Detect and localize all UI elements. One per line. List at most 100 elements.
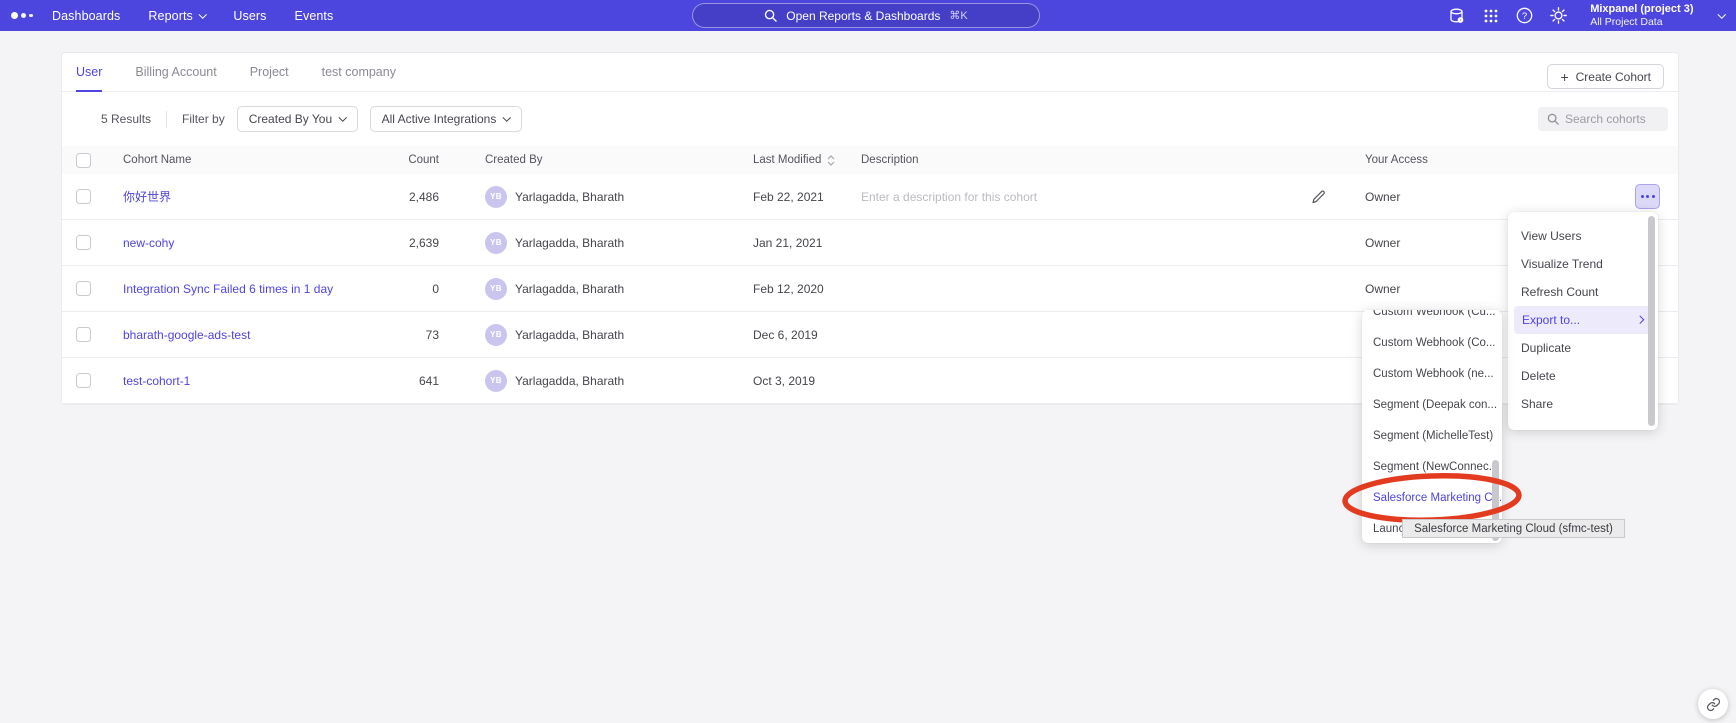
filter-by-label: Filter by: [182, 112, 225, 126]
submenu-item-custom-webhook-2[interactable]: Custom Webhook (Co...: [1362, 328, 1502, 359]
cohort-name-link[interactable]: bharath-google-ads-test: [123, 312, 250, 357]
search-icon: [764, 9, 777, 22]
avatar: YB: [485, 324, 507, 346]
top-navbar: Dashboards Reports Users Events Open Rep…: [0, 0, 1736, 31]
table-row[interactable]: 你好世界 2,486 YB Yarlagadda, Bharath Feb 22…: [62, 174, 1678, 220]
project-selector[interactable]: Mixpanel (project 3) All Project Data: [1590, 3, 1693, 28]
created-by-filter-label: Created By You: [249, 112, 332, 126]
menu-item-view-users[interactable]: View Users: [1508, 222, 1658, 250]
integrations-filter[interactable]: All Active Integrations: [370, 106, 522, 132]
col-your-access: Your Access: [1365, 146, 1428, 174]
salesforce-tooltip: Salesforce Marketing Cloud (sfmc-test): [1402, 519, 1625, 538]
created-by-value: Yarlagadda, Bharath: [515, 358, 624, 403]
col-last-modified-label: Last Modified: [753, 154, 821, 166]
cohort-count: 0: [347, 266, 439, 311]
search-cohorts-input[interactable]: Search cohorts: [1538, 107, 1668, 131]
submenu-item-segment-3[interactable]: Segment (NewConnec...: [1362, 452, 1502, 483]
access-value: Owner: [1365, 174, 1400, 219]
tab-test-company[interactable]: test company: [322, 53, 396, 91]
cohort-count: 73: [347, 312, 439, 357]
menu-item-duplicate[interactable]: Duplicate: [1508, 334, 1658, 362]
submenu-item-custom-webhook-1[interactable]: Custom Webhook (Cu...: [1362, 310, 1502, 328]
table-row[interactable]: new-cohy 2,639 YB Yarlagadda, Bharath Ja…: [62, 220, 1678, 266]
col-last-modified[interactable]: Last Modified: [753, 146, 835, 174]
apps-grid-icon[interactable]: [1482, 7, 1499, 24]
created-by-value: Yarlagadda, Bharath: [515, 220, 624, 265]
tab-project-label: Project: [250, 65, 289, 79]
cohort-name-link[interactable]: Integration Sync Failed 6 times in 1 day: [123, 266, 333, 311]
mixpanel-logo-icon[interactable]: [11, 12, 33, 19]
row-checkbox[interactable]: [76, 373, 91, 388]
avatar: YB: [485, 278, 507, 300]
description-placeholder[interactable]: Enter a description for this cohort: [861, 174, 1037, 219]
nav-users[interactable]: Users: [233, 9, 266, 23]
col-created-by: Created By: [485, 146, 543, 174]
submenu-item-segment-1[interactable]: Segment (Deepak con...: [1362, 390, 1502, 421]
created-by-value: Yarlagadda, Bharath: [515, 174, 624, 219]
avatar: YB: [485, 370, 507, 392]
project-scope: All Project Data: [1590, 16, 1693, 28]
integrations-filter-label: All Active Integrations: [382, 112, 497, 126]
project-name: Mixpanel (project 3): [1590, 3, 1693, 16]
nav-users-label: Users: [233, 9, 266, 23]
row-actions-ellipsis-button[interactable]: [1635, 184, 1660, 209]
menu-scrollbar[interactable]: [1648, 216, 1655, 426]
gear-icon[interactable]: [1550, 7, 1567, 24]
export-submenu: Custom Webhook (Cu... Custom Webhook (Co…: [1362, 310, 1502, 543]
create-cohort-label: Create Cohort: [1576, 70, 1651, 84]
pencil-icon[interactable]: [1310, 174, 1326, 219]
cohort-count: 2,639: [347, 220, 439, 265]
select-all-checkbox[interactable]: [76, 153, 91, 168]
menu-item-visualize-trend[interactable]: Visualize Trend: [1508, 250, 1658, 278]
global-search-bar[interactable]: Open Reports & Dashboards ⌘K: [692, 3, 1040, 28]
menu-item-delete[interactable]: Delete: [1508, 362, 1658, 390]
cohort-count: 641: [347, 358, 439, 403]
created-by-value: Yarlagadda, Bharath: [515, 312, 624, 357]
data-management-icon[interactable]: [1448, 7, 1465, 24]
submenu-item-salesforce-marketing-cloud[interactable]: Salesforce Marketing C...: [1362, 483, 1502, 514]
last-modified-value: Jan 21, 2021: [753, 220, 822, 265]
nav-reports-label: Reports: [148, 9, 192, 23]
tab-project[interactable]: Project: [250, 53, 289, 91]
avatar: YB: [485, 232, 507, 254]
plus-icon: +: [1560, 69, 1568, 85]
col-count: Count: [347, 146, 439, 174]
menu-item-refresh-count[interactable]: Refresh Count: [1508, 278, 1658, 306]
row-checkbox[interactable]: [76, 281, 91, 296]
cohort-name-link[interactable]: new-cohy: [123, 220, 174, 265]
table-row[interactable]: Integration Sync Failed 6 times in 1 day…: [62, 266, 1678, 312]
last-modified-value: Feb 12, 2020: [753, 266, 824, 311]
nav-events[interactable]: Events: [295, 9, 334, 23]
chevron-down-icon: [503, 114, 511, 122]
table-header: Cohort Name Count Created By Last Modifi…: [62, 146, 1678, 174]
last-modified-value: Oct 3, 2019: [753, 358, 815, 403]
tab-billing-account[interactable]: Billing Account: [135, 53, 216, 91]
tab-user[interactable]: User: [76, 53, 102, 92]
nav-reports[interactable]: Reports: [148, 9, 205, 23]
access-value: Owner: [1365, 266, 1400, 311]
submenu-item-custom-webhook-3[interactable]: Custom Webhook (ne...: [1362, 359, 1502, 390]
cohort-count: 2,486: [347, 174, 439, 219]
cohort-name-link[interactable]: test-cohort-1: [123, 358, 190, 403]
menu-item-share[interactable]: Share: [1508, 390, 1658, 418]
create-cohort-button[interactable]: + Create Cohort: [1547, 64, 1664, 89]
share-link-button[interactable]: [1698, 689, 1728, 719]
menu-item-export-to[interactable]: Export to...: [1514, 306, 1652, 334]
cohorts-page: Dashboards Reports Users Events Open Rep…: [0, 0, 1736, 723]
last-modified-value: Feb 22, 2021: [753, 174, 824, 219]
row-checkbox[interactable]: [76, 189, 91, 204]
avatar: YB: [485, 186, 507, 208]
col-description: Description: [861, 146, 919, 174]
divider: [166, 111, 167, 127]
search-shortcut: ⌘K: [949, 9, 967, 22]
tab-billing-label: Billing Account: [135, 65, 216, 79]
help-icon[interactable]: ?: [1516, 7, 1533, 24]
cohort-name-link[interactable]: 你好世界: [123, 174, 171, 219]
row-checkbox[interactable]: [76, 327, 91, 342]
access-value: Owner: [1365, 220, 1400, 265]
submenu-item-segment-2[interactable]: Segment (MichelleTest): [1362, 421, 1502, 452]
row-checkbox[interactable]: [76, 235, 91, 250]
nav-dashboards[interactable]: Dashboards: [52, 9, 120, 23]
row-actions-menu: View Users Visualize Trend Refresh Count…: [1508, 212, 1658, 430]
created-by-filter[interactable]: Created By You: [237, 106, 358, 132]
